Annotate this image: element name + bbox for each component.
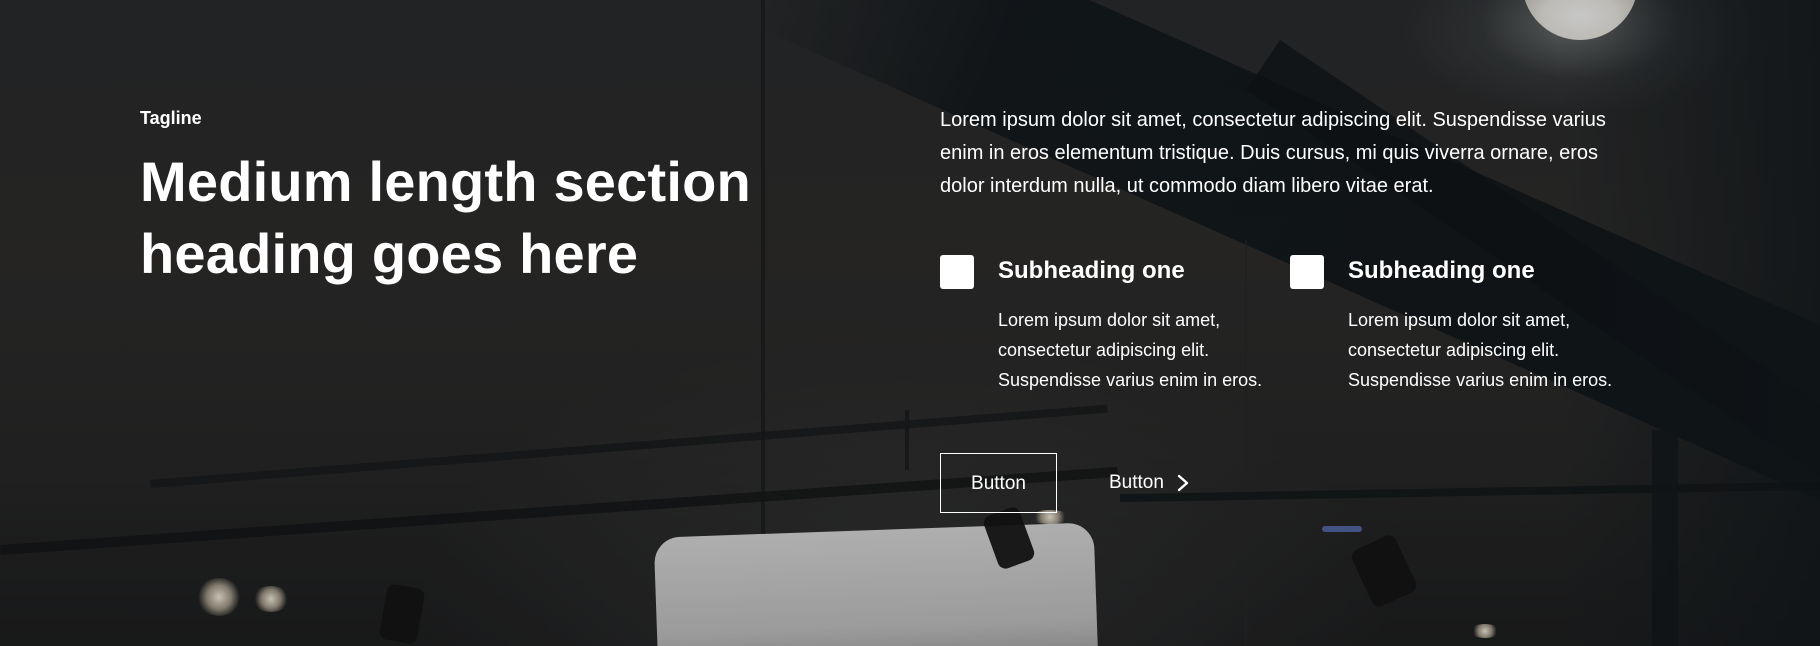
feature-text: Subheading one Lorem ipsum dolor sit ame… (998, 255, 1263, 395)
tagline: Tagline (140, 108, 202, 128)
feature-title: Subheading one (998, 257, 1185, 284)
feature-item: Subheading one Lorem ipsum dolor sit ame… (940, 255, 1290, 395)
section-content: Tagline Medium length section heading go… (0, 0, 1820, 646)
secondary-button-label: Button (1109, 472, 1164, 493)
feature-item: Subheading one Lorem ipsum dolor sit ame… (1290, 255, 1640, 395)
square-placeholder-icon (940, 255, 974, 289)
feature-description: Lorem ipsum dolor sit amet, consectetur … (998, 310, 1263, 390)
feature-list: Subheading one Lorem ipsum dolor sit ame… (940, 255, 1640, 395)
secondary-link-button[interactable]: Button (1109, 472, 1190, 494)
feature-description: Lorem ipsum dolor sit amet, consectetur … (1348, 310, 1613, 390)
section-header: Tagline Medium length section heading go… (140, 106, 820, 290)
square-placeholder-icon (1290, 255, 1324, 289)
primary-button-label: Button (971, 473, 1026, 494)
feature-text: Subheading one Lorem ipsum dolor sit ame… (1348, 255, 1613, 395)
section-heading-line-2: heading goes here (140, 222, 639, 285)
primary-button[interactable]: Button (940, 453, 1057, 513)
section-body: Lorem ipsum dolor sit amet, consectetur … (940, 104, 1640, 513)
action-buttons: Button Button (940, 453, 1640, 513)
section-heading-line-1: Medium length section (140, 150, 751, 213)
intro-paragraph: Lorem ipsum dolor sit amet, consectetur … (940, 109, 1606, 197)
feature-title: Subheading one (1348, 257, 1535, 284)
hero-section: Tagline Medium length section heading go… (0, 0, 1820, 646)
section-heading: Medium length section heading goes here (140, 146, 820, 290)
chevron-right-icon (1177, 474, 1189, 492)
